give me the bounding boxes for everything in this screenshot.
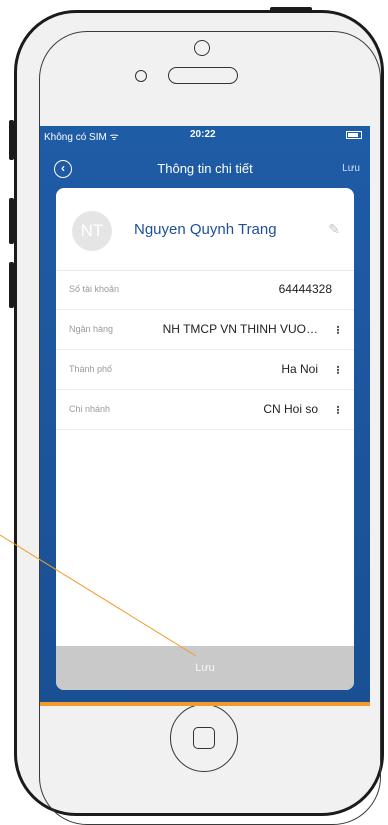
- bank-label: Ngân hàng: [69, 324, 114, 334]
- city-value: Ha Noi: [281, 362, 318, 376]
- account-row: Số tài khoản 64444328: [56, 270, 354, 310]
- home-square-icon: [193, 727, 215, 749]
- volume-up-button: [9, 198, 14, 244]
- account-label: Số tài khoản: [69, 284, 120, 294]
- dropdown-icon[interactable]: ⁝: [336, 323, 340, 337]
- bank-value: NH TMCP VN THINH VUO…: [162, 322, 318, 336]
- detail-card: NT Nguyen Quynh Trang ✎ Số tài khoản 644…: [56, 188, 354, 690]
- dropdown-icon[interactable]: ⁝: [336, 403, 340, 417]
- recipient-name: Nguyen Quynh Trang: [134, 221, 277, 238]
- branch-value: CN Hoi so: [263, 402, 318, 416]
- pencil-icon[interactable]: ✎: [328, 221, 340, 238]
- branch-label: Chi nhánh: [69, 404, 111, 414]
- profile-header: NT Nguyen Quynh Trang ✎: [56, 188, 354, 271]
- battery-icon: [346, 131, 362, 139]
- clock: 20:22: [190, 129, 216, 140]
- city-label: Thành phố: [69, 364, 113, 374]
- earpiece-speaker: [168, 67, 238, 84]
- accent-line: [40, 702, 370, 706]
- branch-row[interactable]: Chi nhánh CN Hoi so ⁝: [56, 390, 354, 430]
- nav-save-button[interactable]: Lưu: [342, 163, 360, 174]
- power-button: [270, 7, 312, 12]
- front-camera: [194, 40, 210, 56]
- bank-row[interactable]: Ngân hàng NH TMCP VN THINH VUO… ⁝: [56, 310, 354, 350]
- avatar: NT: [72, 211, 112, 251]
- mute-switch: [9, 120, 14, 160]
- home-button[interactable]: [170, 704, 238, 772]
- proximity-sensor: [135, 70, 147, 82]
- page-title: Thông tin chi tiết: [157, 161, 253, 176]
- save-button[interactable]: Lưu: [56, 646, 354, 690]
- app-screen: Không có SIM ᯤ 20:22 ‹ Thông tin chi tiế…: [40, 126, 370, 706]
- nav-bar: ‹ Thông tin chi tiết Lưu: [40, 154, 370, 184]
- dropdown-icon[interactable]: ⁝: [336, 363, 340, 377]
- status-bar: Không có SIM ᯤ 20:22: [40, 126, 370, 144]
- city-row[interactable]: Thành phố Ha Noi ⁝: [56, 350, 354, 390]
- carrier-text: Không có SIM ᯤ: [44, 132, 119, 143]
- account-value: 64444328: [278, 282, 332, 296]
- volume-down-button: [9, 262, 14, 308]
